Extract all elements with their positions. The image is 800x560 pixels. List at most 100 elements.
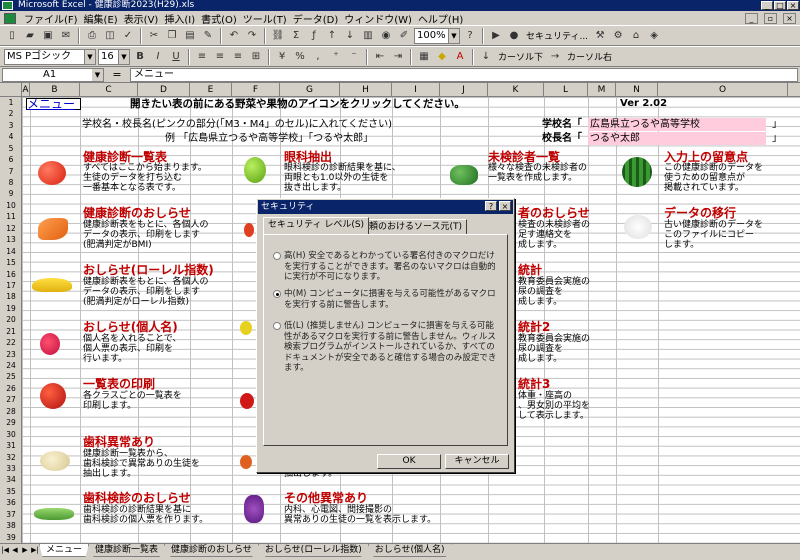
copy-icon[interactable]: ❐ xyxy=(164,28,180,44)
workbook-icon[interactable] xyxy=(4,12,16,24)
function-icon[interactable]: ƒ xyxy=(306,28,322,44)
dental-abnormal-title[interactable]: 歯科異常あり xyxy=(83,435,155,449)
merge-center-icon[interactable]: ⊞ xyxy=(248,49,264,65)
row-header[interactable]: 35 xyxy=(0,486,22,497)
redo-icon[interactable]: ↷ xyxy=(244,28,260,44)
row-header[interactable]: 13 xyxy=(0,234,22,245)
menu-file[interactable]: ファイル(F) xyxy=(24,11,78,26)
column-header[interactable]: K xyxy=(488,83,544,97)
print-preview-icon[interactable]: ◫ xyxy=(102,28,118,44)
print-list-title[interactable]: 一覧表の印刷 xyxy=(83,377,155,391)
doc-restore-icon[interactable]: ▫ xyxy=(764,12,777,24)
row-header[interactable]: 8 xyxy=(0,177,22,188)
row-header[interactable]: 5 xyxy=(0,143,22,154)
help-icon[interactable]: ? xyxy=(462,28,478,44)
row-header[interactable]: 7 xyxy=(0,166,22,177)
align-left-icon[interactable]: ≡ xyxy=(194,49,210,65)
stats2-title[interactable]: 統計2 xyxy=(518,320,550,334)
column-header[interactable]: E xyxy=(190,83,232,97)
italic-icon[interactable]: I xyxy=(150,49,166,65)
pepper-icon[interactable] xyxy=(244,223,254,237)
underline-icon[interactable]: U xyxy=(168,49,184,65)
column-header[interactable]: A xyxy=(22,83,30,97)
row-header[interactable]: 21 xyxy=(0,326,22,337)
column-header[interactable]: C xyxy=(80,83,138,97)
stats-title[interactable]: 統計 xyxy=(518,263,542,277)
column-header[interactable]: D xyxy=(138,83,190,97)
principal-name-cell[interactable]: つるや太郎 xyxy=(588,132,766,145)
row-header[interactable]: 17 xyxy=(0,280,22,291)
column-header[interactable]: B xyxy=(30,83,80,97)
sort-ascending-icon[interactable]: ↑ xyxy=(324,28,340,44)
minimize-icon[interactable]: _ xyxy=(761,1,773,10)
strawberry-icon[interactable] xyxy=(240,393,254,409)
row-header[interactable]: 10 xyxy=(0,200,22,211)
row-header[interactable]: 32 xyxy=(0,452,22,463)
print-icon[interactable]: ⎙ xyxy=(84,28,100,44)
tomato-icon[interactable] xyxy=(38,161,66,185)
row-header[interactable]: 14 xyxy=(0,246,22,257)
menu-window[interactable]: ウィンドウ(W) xyxy=(344,11,412,26)
menu-insert[interactable]: 挿入(I) xyxy=(164,11,195,26)
paste-icon[interactable]: ▤ xyxy=(182,28,198,44)
menu-format[interactable]: 書式(O) xyxy=(201,11,237,26)
row-header[interactable]: 25 xyxy=(0,371,22,382)
row-header[interactable]: 34 xyxy=(0,474,22,485)
cursor-right-button[interactable]: カーソル右 xyxy=(565,50,614,63)
row-header[interactable]: 26 xyxy=(0,383,22,394)
option-low[interactable]: 低(L) (推奨しません) コンピュータに損害を与える可能性があるマクロを実行す… xyxy=(273,321,502,374)
radio-low[interactable] xyxy=(273,322,281,330)
percent-icon[interactable]: % xyxy=(292,49,308,65)
sheet-tab-personal-notice[interactable]: おしらせ(個人名) xyxy=(367,544,452,557)
health-notice-title[interactable]: 健康診断のおしらせ xyxy=(83,206,191,220)
option-high[interactable]: 高(H) 安全であるとわかっている署名付きのマクロだけを実行することができます。… xyxy=(273,251,502,283)
visual-basic-icon[interactable]: ⚙ xyxy=(610,28,626,44)
column-header[interactable]: H xyxy=(340,83,392,97)
personal-notice-title[interactable]: おしらせ(個人名) xyxy=(83,320,178,334)
cursor-down-button[interactable]: カーソル下 xyxy=(496,50,545,63)
tab-security-level[interactable]: セキュリティ レベル(S) xyxy=(263,217,370,234)
decrease-decimal-icon[interactable]: ⁻ xyxy=(346,49,362,65)
menu-edit[interactable]: 編集(E) xyxy=(84,11,118,26)
row-header[interactable]: 19 xyxy=(0,303,22,314)
email-icon[interactable]: ✉ xyxy=(58,28,74,44)
row-header[interactable]: 29 xyxy=(0,417,22,428)
open-icon[interactable]: ▰ xyxy=(22,28,38,44)
cursor-right-arrow-icon[interactable]: → xyxy=(547,49,563,65)
control-toolbox-icon[interactable]: ⚒ xyxy=(592,28,608,44)
bold-icon[interactable]: B xyxy=(132,49,148,65)
increase-indent-icon[interactable]: ⇥ xyxy=(390,49,406,65)
record-macro-icon[interactable]: ● xyxy=(506,28,522,44)
cut-icon[interactable]: ✂ xyxy=(146,28,162,44)
row-header[interactable]: 4 xyxy=(0,131,22,142)
sheet-tab-rohrer-notice[interactable]: おしらせ(ローレル指数) xyxy=(257,544,369,557)
row-header[interactable]: 18 xyxy=(0,291,22,302)
column-header[interactable]: O xyxy=(658,83,788,97)
borders-icon[interactable]: ▦ xyxy=(416,49,432,65)
select-all-corner[interactable] xyxy=(0,83,22,97)
red-apple-icon[interactable] xyxy=(40,383,66,409)
prev-sheet-icon[interactable]: ◀ xyxy=(10,544,20,556)
unexamined-list-title[interactable]: 未検診者一覧 xyxy=(488,150,560,164)
font-size-select[interactable]: 16 ▼ xyxy=(98,48,130,65)
cauliflower-icon[interactable] xyxy=(624,215,652,239)
chart-wizard-icon[interactable]: ▥ xyxy=(360,28,376,44)
doc-close-icon[interactable]: × xyxy=(783,12,796,24)
tab-trusted-sources[interactable]: 信頼のおけるソース元(T) xyxy=(355,219,468,234)
radio-high[interactable] xyxy=(273,252,281,260)
last-sheet-icon[interactable]: ▶| xyxy=(30,544,40,556)
sheet-tab-health-notice[interactable]: 健康診断のおしらせ xyxy=(164,544,259,557)
sort-descending-icon[interactable]: ↓ xyxy=(342,28,358,44)
formula-input[interactable]: メニュー xyxy=(130,67,798,82)
design-mode-icon[interactable]: ⌂ xyxy=(628,28,644,44)
row-header[interactable]: 6 xyxy=(0,154,22,165)
row-header[interactable]: 27 xyxy=(0,394,22,405)
data-migration-title[interactable]: データの移行 xyxy=(664,206,736,220)
row-header[interactable]: 30 xyxy=(0,429,22,440)
autosum-icon[interactable]: Σ xyxy=(288,28,304,44)
font-name-select[interactable]: MS Pゴシック ▼ xyxy=(4,48,96,65)
banana-icon[interactable] xyxy=(32,278,72,292)
menu-view[interactable]: 表示(V) xyxy=(124,11,159,26)
grapes-icon[interactable] xyxy=(244,495,264,523)
input-notes-title[interactable]: 入力上の留意点 xyxy=(664,150,748,164)
